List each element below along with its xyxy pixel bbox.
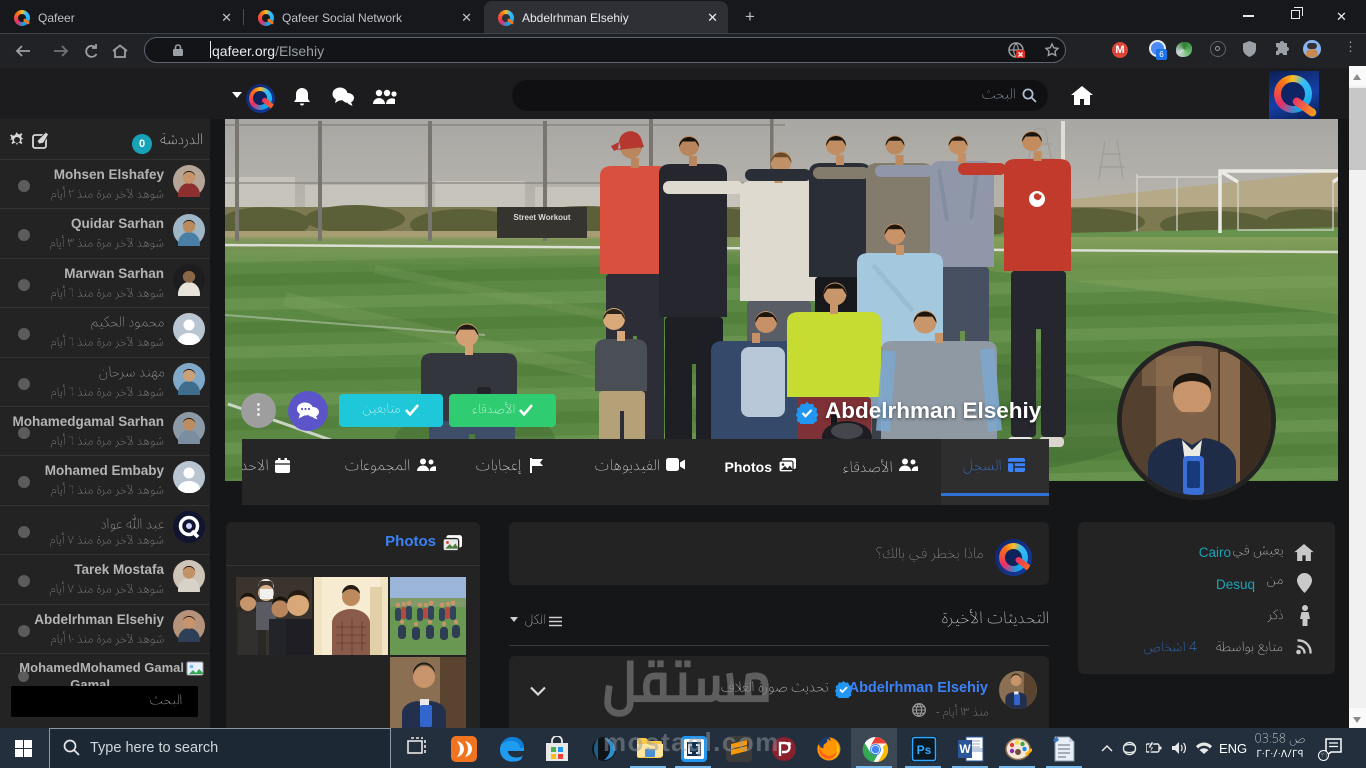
svg-text:W: W <box>959 742 971 756</box>
svg-text:Ps: Ps <box>917 743 932 757</box>
svg-text:Street Workout: Street Workout <box>513 213 571 222</box>
